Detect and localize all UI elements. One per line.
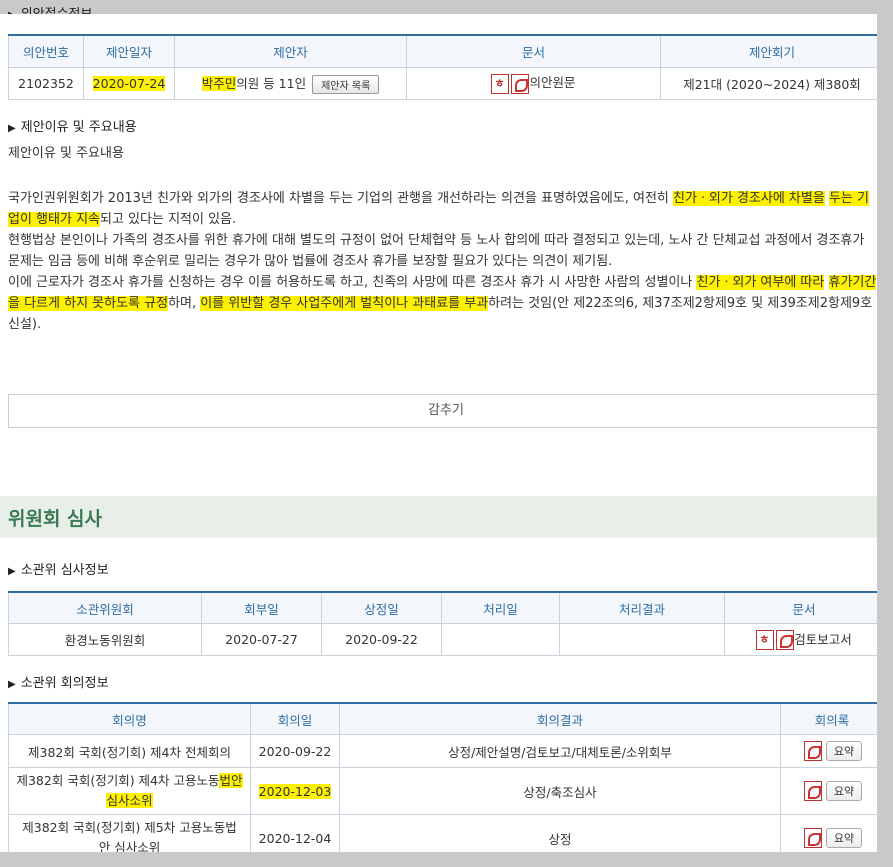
reason-text: 국가인권위원회가 2013년 친가와 외가의 경조사에 차별을 두는 기업의 관… [8, 188, 877, 335]
receipt-table: 의안번호 제안일자 제안자 문서 제안회기 2102352 2020-07-24… [8, 34, 877, 100]
reason-p1-a: 국가인권위원회가 2013년 친가와 외가의 경조사에 차별을 두는 기업의 관… [8, 191, 674, 206]
col-minutes: 회의록 [780, 702, 877, 735]
col-meeting-result: 회의결과 [339, 702, 781, 735]
minutes-cell: 요약 [780, 767, 877, 815]
agenda-date: 2020-09-22 [321, 623, 442, 656]
reason-p1-b: 되고 있다는 지적이 있음. [100, 212, 237, 227]
proposer-list-button[interactable]: 제안자 목록 [312, 74, 380, 94]
table-row: 제382회 국회(정기회) 제4차 고용노동법안 심사소위 2020-12-03 … [8, 767, 877, 815]
meeting-result: 상정 [339, 814, 781, 852]
reason-subtitle: 제안이유 및 주요내용 [8, 146, 124, 161]
meeting-name-highlight-2: 심사소위 [106, 793, 153, 808]
reason-p2: 현행법상 본인이나 가족의 경조사를 위한 휴가에 대해 별도의 규정이 없어 … [8, 233, 865, 269]
committee-table: 소관위원회 회부일 상정일 처리일 처리결과 문서 환경노동위원회 2020-0… [8, 591, 877, 656]
col-meeting-name: 회의명 [8, 702, 251, 735]
col-date: 제안일자 [83, 34, 175, 68]
doc-label[interactable]: 의안원문 [529, 75, 575, 90]
col-processed-date: 처리일 [441, 591, 560, 624]
table-row: 제382회 국회(정기회) 제5차 고용노동법안 심사소위 2020-12-04… [8, 814, 877, 852]
meeting-name: 제382회 국회(정기회) 제4차 고용노동법안심사소위 [8, 767, 251, 815]
screenshot-frame: 의안접수정보 의안번호 제안일자 제안자 문서 제안회기 2102352 202… [0, 0, 893, 867]
section-title-committee-info: 소관위 심사정보 [8, 559, 109, 578]
pdf-file-icon[interactable] [803, 781, 822, 801]
pdf-file-icon[interactable] [776, 630, 795, 651]
meeting-result: 상정/축조심사 [339, 767, 781, 815]
col-bill-no: 의안번호 [8, 34, 84, 68]
session: 제21대 (2020~2024) 제380회 [660, 66, 877, 100]
col-session: 제안회기 [660, 34, 877, 68]
reason-p3-highlight-3: 이를 위반할 경우 사업주에게 벌칙이나 과태료를 부과 [200, 296, 489, 311]
col-proposer: 제안자 [174, 34, 407, 68]
reason-p3-a: 이에 근로자가 경조사 휴가를 신청하는 경우 이를 허용하도록 하고, 친족의… [8, 275, 697, 290]
meeting-name-highlight: 법안 [219, 773, 243, 788]
hwp-file-icon[interactable] [756, 630, 775, 651]
meeting-date: 2020-12-03 [250, 767, 340, 815]
meeting-date: 2020-12-04 [250, 814, 340, 852]
reason-p3-b: 하며, [168, 296, 201, 311]
hide-button[interactable]: 감추기 [8, 394, 877, 428]
section-title-reason: 제안이유 및 주요내용 [8, 116, 137, 135]
meeting-result: 상정/제안설명/검토보고/대체토론/소위회부 [339, 734, 781, 768]
committee-name: 환경노동위원회 [8, 623, 202, 656]
meeting-table: 회의명 회의일 회의결과 회의록 제382회 국회(정기회) 제4차 전체회의 … [8, 702, 877, 852]
processed-date [441, 623, 560, 656]
pdf-file-icon[interactable] [803, 828, 822, 848]
meeting-name: 제382회 국회(정기회) 제4차 전체회의 [8, 734, 251, 768]
bill-no: 2102352 [8, 66, 84, 100]
hwp-file-icon[interactable] [491, 73, 510, 94]
reason-p1-highlight-1: 친가ㆍ외가 경조사에 차별을 [673, 191, 825, 206]
col-agenda-date: 상정일 [321, 591, 442, 624]
meeting-date-text: 2020-12-03 [258, 783, 332, 799]
review-doc-label[interactable]: 검토보고서 [794, 632, 852, 647]
col-committee: 소관위원회 [8, 591, 202, 624]
referral-date: 2020-07-27 [201, 623, 322, 656]
col-doc: 문서 [406, 34, 661, 68]
pdf-file-icon[interactable] [803, 741, 822, 761]
col-committee-doc: 문서 [724, 591, 877, 624]
proposal-date: 2020-07-24 [83, 66, 175, 100]
meeting-name-a: 제382회 국회(정기회) 제4차 고용노동 [16, 773, 220, 788]
section-title-meeting-info: 소관위 회의정보 [8, 672, 109, 691]
committee-review-title: 위원회 심사 [8, 508, 103, 530]
summary-button[interactable]: 요약 [825, 781, 863, 801]
meeting-date: 2020-09-22 [250, 734, 340, 768]
summary-button[interactable]: 요약 [825, 828, 863, 848]
minutes-cell: 요약 [780, 734, 877, 768]
proposal-date-text: 2020-07-24 [92, 75, 166, 91]
process-result [559, 623, 725, 656]
col-referral-date: 회부일 [201, 591, 322, 624]
committee-review-band: 위원회 심사 [0, 496, 877, 538]
proposer-name: 박주민 [201, 75, 237, 91]
meeting-name: 제382회 국회(정기회) 제5차 고용노동법안 심사소위 [8, 814, 251, 852]
summary-button[interactable]: 요약 [825, 741, 863, 761]
reason-p3-highlight-1: 친가ㆍ외가 여부에 따라 [696, 275, 825, 290]
review-doc-cell: 검토보고서 [724, 623, 877, 656]
col-meeting-date: 회의일 [250, 702, 340, 735]
table-row: 제382회 국회(정기회) 제4차 전체회의 2020-09-22 상정/제안설… [8, 734, 877, 768]
pdf-file-icon[interactable] [511, 73, 530, 94]
minutes-cell: 요약 [780, 814, 877, 852]
proposer-cell: 박주민의원 등 11인 제안자 목록 [174, 66, 407, 100]
proposer-rest: 의원 등 11인 [236, 75, 307, 91]
col-result: 처리결과 [559, 591, 725, 624]
bill-detail-page: 의안번호 제안일자 제안자 문서 제안회기 2102352 2020-07-24… [0, 14, 877, 852]
doc-cell: 의안원문 [406, 66, 661, 100]
